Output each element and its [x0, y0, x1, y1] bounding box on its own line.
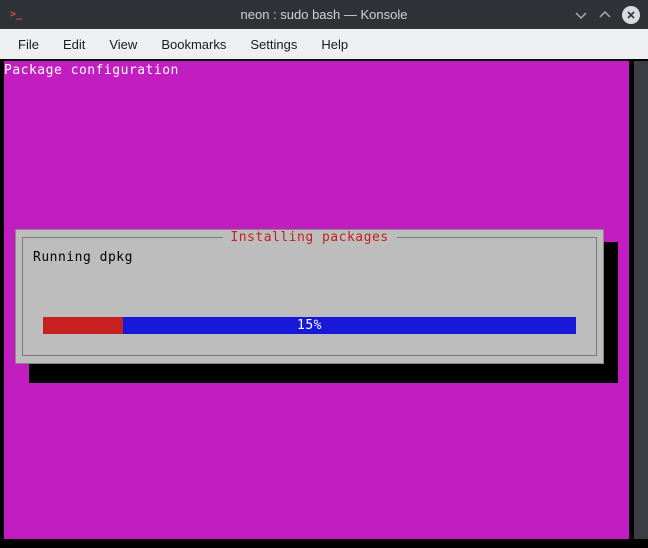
dialog-title: Installing packages [230, 230, 388, 245]
menu-view[interactable]: View [97, 31, 149, 58]
dialog-title-wrap: Installing packages [222, 230, 396, 245]
dialog-status: Running dpkg [33, 250, 133, 265]
scrollbar[interactable] [634, 61, 648, 539]
menu-bar: File Edit View Bookmarks Settings Help [0, 29, 648, 59]
maximize-button[interactable] [598, 8, 612, 22]
close-button[interactable] [622, 6, 640, 24]
window-title: neon : sudo bash — Konsole [241, 7, 408, 22]
window-controls [574, 6, 640, 24]
menu-bookmarks[interactable]: Bookmarks [149, 31, 238, 58]
progress-label: 15% [297, 318, 322, 333]
menu-settings[interactable]: Settings [238, 31, 309, 58]
menu-file[interactable]: File [6, 31, 51, 58]
screen-header: Package configuration [4, 63, 179, 78]
minimize-button[interactable] [574, 8, 588, 22]
progress-bar: 15% [43, 317, 576, 334]
window-titlebar: >_ neon : sudo bash — Konsole [0, 0, 648, 29]
menu-edit[interactable]: Edit [51, 31, 97, 58]
terminal-icon: >_ [8, 7, 24, 23]
dialog-box: Installing packages Running dpkg 15% [15, 229, 604, 364]
progress-fill [43, 317, 123, 334]
terminal-viewport[interactable]: Package configuration Installing package… [0, 59, 648, 548]
dialog-frame: Installing packages Running dpkg 15% [22, 237, 597, 356]
menu-help[interactable]: Help [309, 31, 360, 58]
